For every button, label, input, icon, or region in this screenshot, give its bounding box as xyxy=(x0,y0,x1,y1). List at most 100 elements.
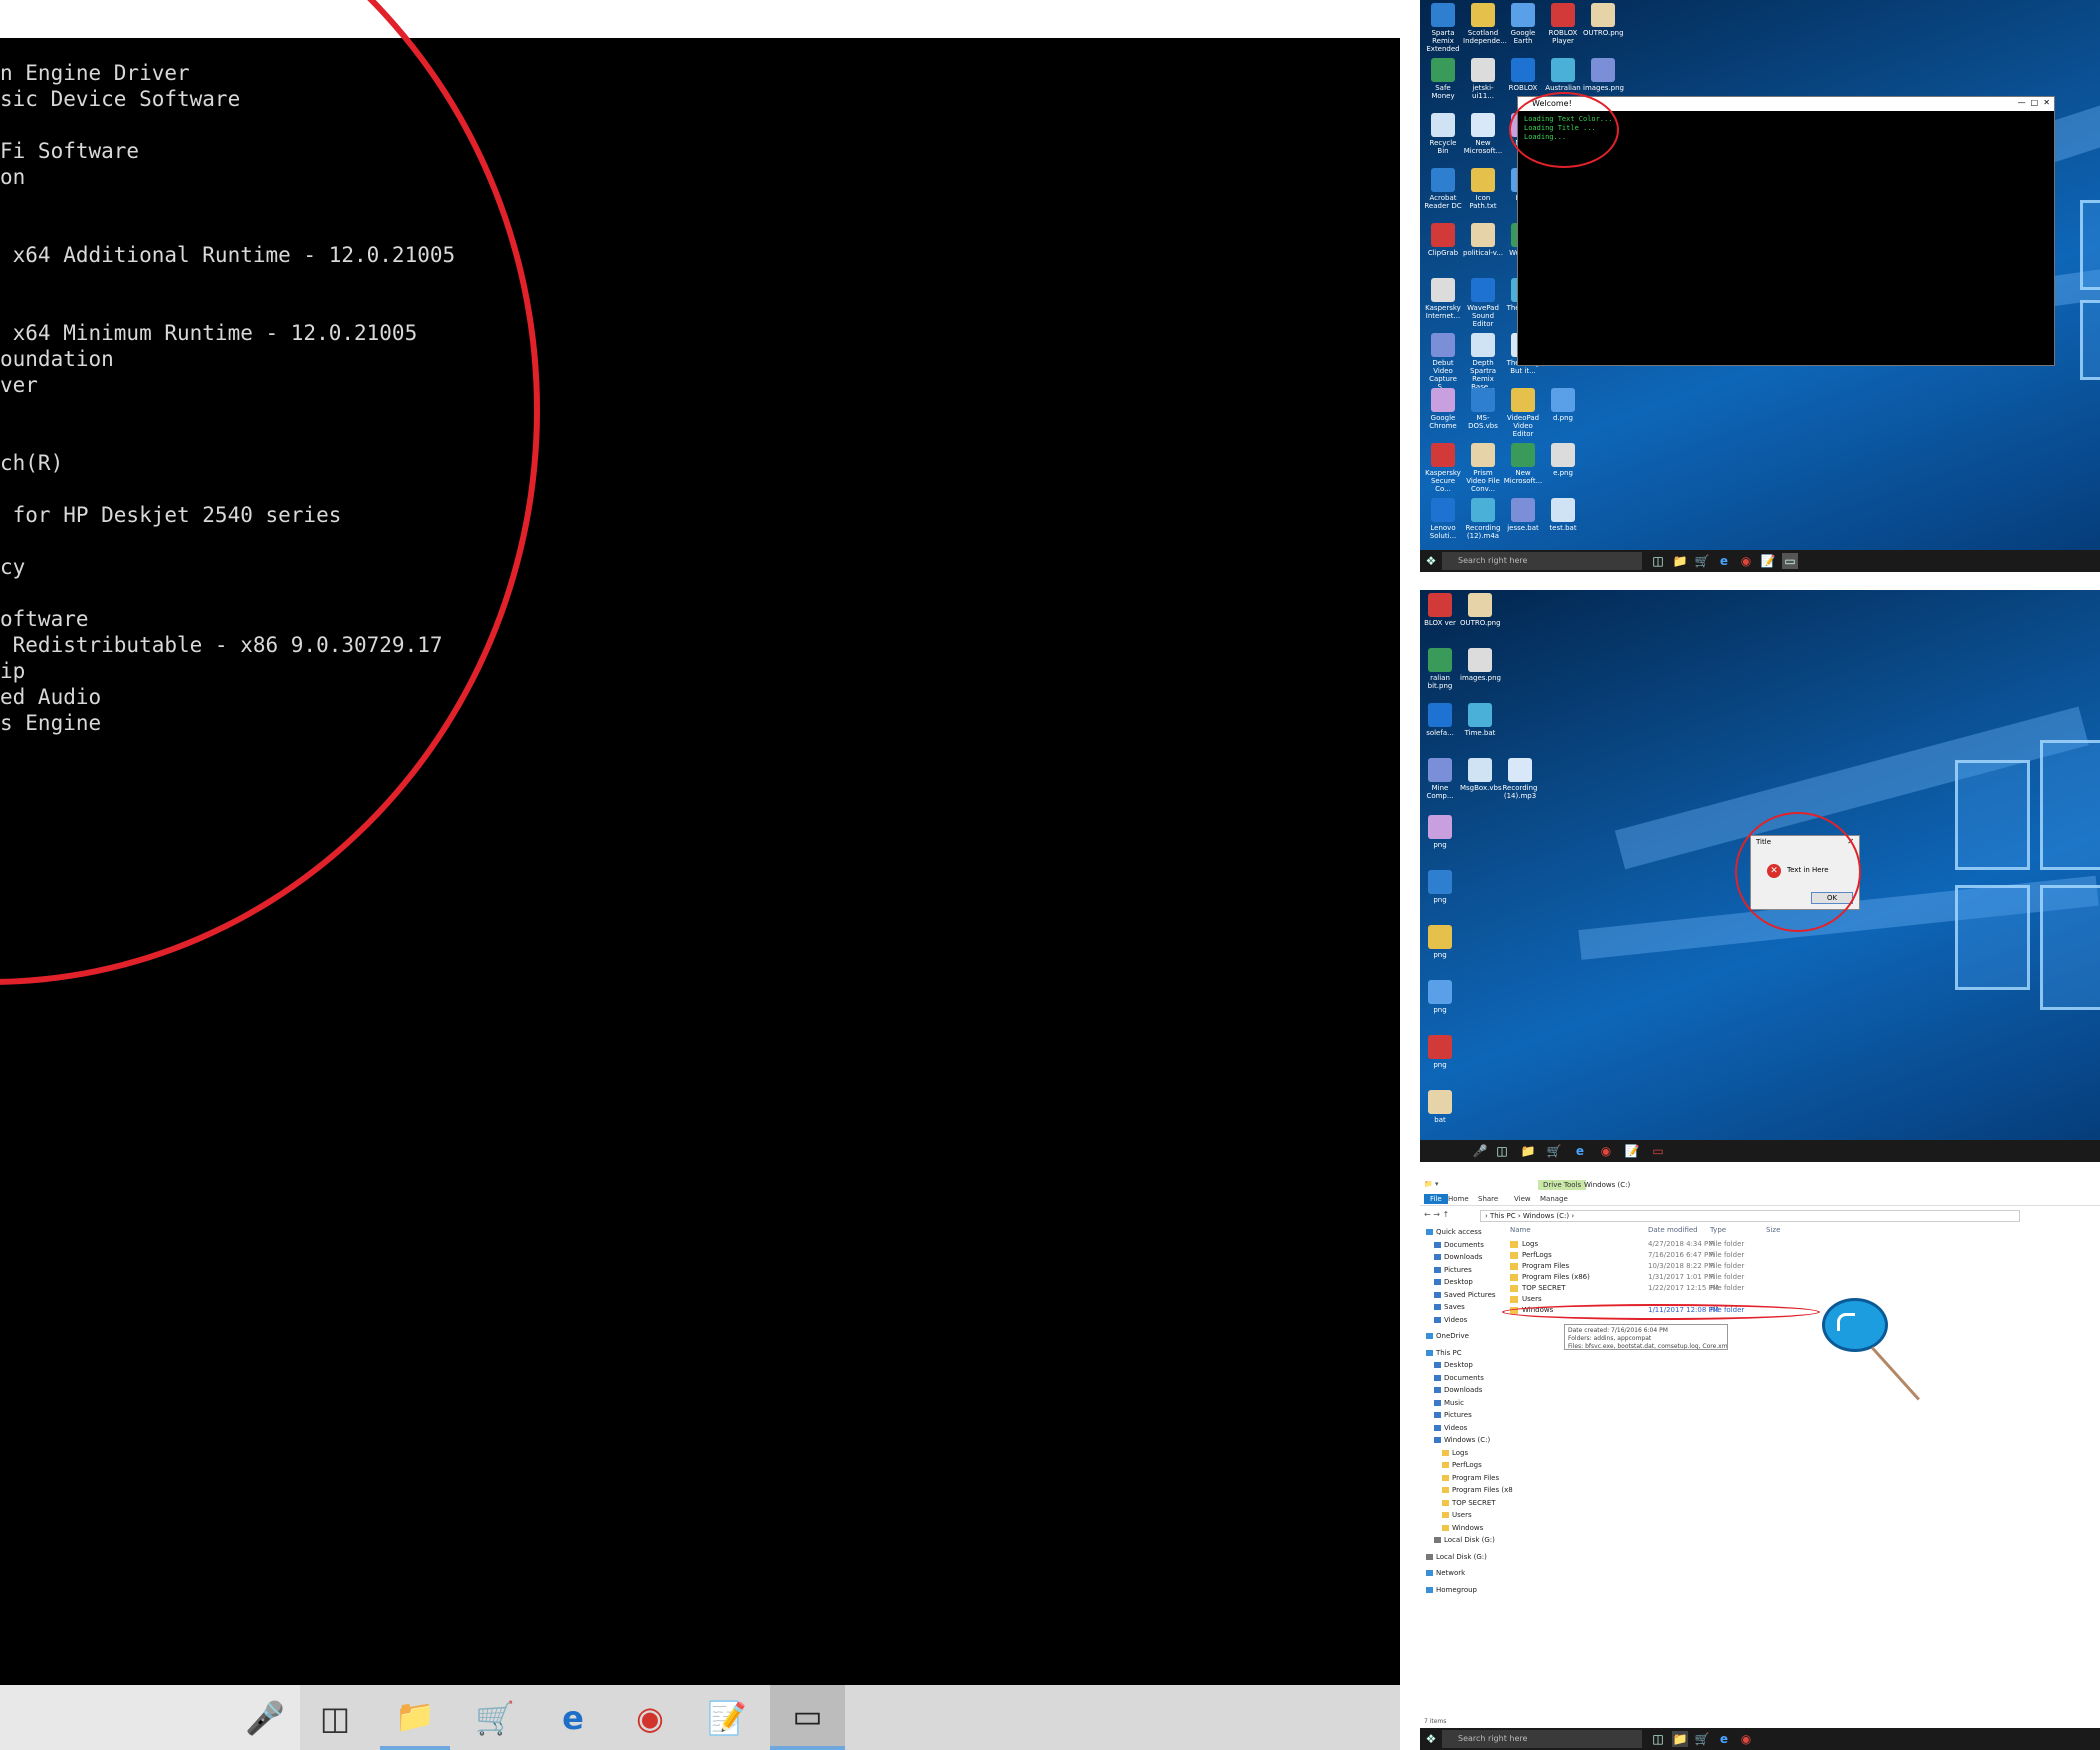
desktop-icon[interactable]: BLOX ver xyxy=(1420,593,1460,627)
desktop-icon[interactable]: png xyxy=(1420,870,1460,904)
desktop-icon[interactable]: OUTRO.png xyxy=(1583,3,1624,37)
desktop-icon[interactable]: images.png xyxy=(1460,648,1501,682)
desktop-icon[interactable]: Sparta Remix Extended xyxy=(1423,3,1463,53)
nav-network[interactable]: Network xyxy=(1426,1569,1465,1577)
nav-item[interactable]: Saves xyxy=(1434,1303,1465,1311)
nav-item[interactable]: Pictures xyxy=(1434,1411,1472,1419)
nav-item[interactable]: Program Files (x8 xyxy=(1442,1486,1513,1494)
desktop-icon[interactable]: New Microsoft... xyxy=(1503,443,1543,485)
ribbon-tab-file[interactable]: File xyxy=(1424,1194,1448,1204)
edge-icon[interactable]: e xyxy=(1716,553,1732,569)
nav-item[interactable]: Logs xyxy=(1442,1449,1468,1457)
nav-item[interactable]: Program Files xyxy=(1442,1474,1499,1482)
desktop-icon[interactable]: ROBLOX Player xyxy=(1543,3,1583,45)
store-icon[interactable]: 🛒 xyxy=(1546,1143,1562,1159)
nav-item[interactable]: PerfLogs xyxy=(1442,1461,1482,1469)
nav-item[interactable]: Users xyxy=(1442,1511,1472,1519)
file-explorer-icon[interactable]: 📁 xyxy=(1672,1731,1688,1747)
nav-onedrive[interactable]: OneDrive xyxy=(1426,1332,1469,1340)
nav-homegroup[interactable]: Homegroup xyxy=(1426,1586,1477,1594)
desktop-icon[interactable]: Debut Video Capture S... xyxy=(1423,333,1463,391)
desktop-icon[interactable]: ROBLOX xyxy=(1503,58,1543,92)
store-icon[interactable]: 🛒 xyxy=(460,1685,530,1750)
nav-item[interactable]: Videos xyxy=(1434,1316,1467,1324)
desktop-icon[interactable]: png xyxy=(1420,925,1460,959)
task-view-icon[interactable]: ◫ xyxy=(300,1685,370,1750)
taskbar-search-input[interactable]: Search right here xyxy=(1442,552,1642,570)
ribbon-tab-manage[interactable]: Manage xyxy=(1540,1195,1568,1203)
nav-item[interactable]: Documents xyxy=(1434,1241,1484,1249)
desktop-icon[interactable]: Prism Video File Conv... xyxy=(1463,443,1503,493)
notepad-icon[interactable]: 📝 xyxy=(1624,1143,1640,1159)
file-explorer-icon[interactable]: 📁 xyxy=(1520,1143,1536,1159)
msgbox-app-icon[interactable]: ▭ xyxy=(1650,1143,1666,1159)
chrome-icon[interactable]: ◉ xyxy=(615,1685,685,1750)
column-header-size[interactable]: Size xyxy=(1766,1226,1780,1234)
nav-item[interactable]: Music xyxy=(1434,1399,1464,1407)
nav-local-disk[interactable]: Local Disk (G:) xyxy=(1426,1553,1487,1561)
desktop-icon[interactable]: bat xyxy=(1420,1090,1460,1124)
task-view-icon[interactable]: ◫ xyxy=(1650,553,1666,569)
desktop-icon[interactable]: jetski-ui11... xyxy=(1463,58,1503,100)
file-row[interactable]: Logs 4/27/2018 4:34 PM File folder xyxy=(1510,1240,1810,1250)
nav-item[interactable]: Saved Pictures xyxy=(1434,1291,1496,1299)
command-prompt-icon[interactable]: ▭ xyxy=(770,1685,845,1750)
nav-item[interactable]: Downloads xyxy=(1434,1386,1482,1394)
command-prompt-icon[interactable]: ▭ xyxy=(1782,553,1798,569)
desktop-icon[interactable]: solefa... xyxy=(1420,703,1460,737)
nav-item[interactable]: TOP SECRET xyxy=(1442,1499,1496,1507)
file-row[interactable]: TOP SECRET 1/22/2017 12:15 PM File folder xyxy=(1510,1284,1810,1294)
quick-access-toolbar-icon[interactable]: 📁 ▾ xyxy=(1424,1180,1438,1188)
desktop-icon[interactable]: images.png xyxy=(1583,58,1624,92)
nav-item[interactable]: Windows (C:) xyxy=(1434,1436,1490,1444)
file-row[interactable]: Program Files 10/3/2018 8:22 PM File folde… xyxy=(1510,1262,1810,1272)
start-icon[interactable]: ❖ xyxy=(1423,1731,1439,1747)
navigation-arrows-icon[interactable]: ← → ↑ xyxy=(1424,1210,1449,1219)
desktop-icon[interactable]: Kaspersky Internet... xyxy=(1423,278,1463,320)
nav-local-disk[interactable]: Local Disk (G:) xyxy=(1434,1536,1495,1544)
desktop-icon[interactable]: e.png xyxy=(1543,443,1583,477)
store-icon[interactable]: 🛒 xyxy=(1694,1731,1710,1747)
ribbon-tab-home[interactable]: Home xyxy=(1448,1195,1469,1203)
desktop-icon[interactable]: png xyxy=(1420,815,1460,849)
desktop-icon[interactable]: Recording (12).m4a xyxy=(1463,498,1503,540)
taskbar-search-input[interactable]: Search right here xyxy=(1442,1730,1642,1748)
file-explorer-icon[interactable]: 📁 xyxy=(1672,553,1688,569)
desktop-icon[interactable]: Mine Comp... xyxy=(1420,758,1460,800)
column-header-name[interactable]: Name xyxy=(1510,1226,1531,1234)
desktop-icon[interactable]: MS-DOS.vbs xyxy=(1463,388,1503,430)
microphone-icon[interactable]: 🎤 xyxy=(230,1685,300,1750)
task-view-icon[interactable]: ◫ xyxy=(1650,1731,1666,1747)
nav-item[interactable]: Windows xyxy=(1442,1524,1483,1532)
desktop-icon[interactable]: d.png xyxy=(1543,388,1583,422)
desktop-icon[interactable]: Google Earth xyxy=(1503,3,1543,45)
nav-this-pc[interactable]: This PC xyxy=(1426,1349,1462,1357)
desktop-icon[interactable]: Australian xyxy=(1543,58,1583,92)
nav-item[interactable]: Desktop xyxy=(1434,1361,1473,1369)
store-icon[interactable]: 🛒 xyxy=(1694,553,1710,569)
column-header-date-modified[interactable]: Date modified xyxy=(1648,1226,1698,1234)
desktop-icon[interactable]: Kaspersky Secure Co... xyxy=(1423,443,1463,493)
desktop-icon[interactable]: Depth Spartra Remix Base... xyxy=(1463,333,1503,391)
edge-icon[interactable]: e xyxy=(1716,1731,1732,1747)
address-bar[interactable]: › This PC › Windows (C:) › xyxy=(1480,1210,2020,1222)
column-header-type[interactable]: Type xyxy=(1710,1226,1726,1234)
desktop-icon[interactable]: ralian bit.png xyxy=(1420,648,1460,690)
window-controls[interactable]: — □ ✕ xyxy=(2018,98,2050,107)
desktop-icon[interactable]: Recycle Bin xyxy=(1423,113,1463,155)
chrome-icon[interactable]: ◉ xyxy=(1598,1143,1614,1159)
desktop-icon[interactable]: Recording (14).mp3 xyxy=(1500,758,1540,800)
ribbon-tab-share[interactable]: Share xyxy=(1478,1195,1498,1203)
desktop-icon[interactable]: Icon Path.txt xyxy=(1463,168,1503,210)
desktop-icon[interactable]: MsgBox.vbs xyxy=(1460,758,1502,792)
edge-icon[interactable]: e xyxy=(538,1685,608,1750)
notepad-icon[interactable]: 📝 xyxy=(692,1685,762,1750)
nav-quick-access[interactable]: Quick access xyxy=(1426,1228,1482,1236)
desktop-icon[interactable]: OUTRO.png xyxy=(1460,593,1501,627)
desktop-icon[interactable]: jesse.bat xyxy=(1503,498,1543,532)
desktop-icon[interactable]: Scotland Independe... xyxy=(1463,3,1507,45)
nav-item[interactable]: Documents xyxy=(1434,1374,1484,1382)
desktop-icon[interactable]: political-v... xyxy=(1463,223,1503,257)
desktop-icon[interactable]: Lenovo Soluti... xyxy=(1423,498,1463,540)
desktop-icon[interactable]: Acrobat Reader DC xyxy=(1423,168,1463,210)
